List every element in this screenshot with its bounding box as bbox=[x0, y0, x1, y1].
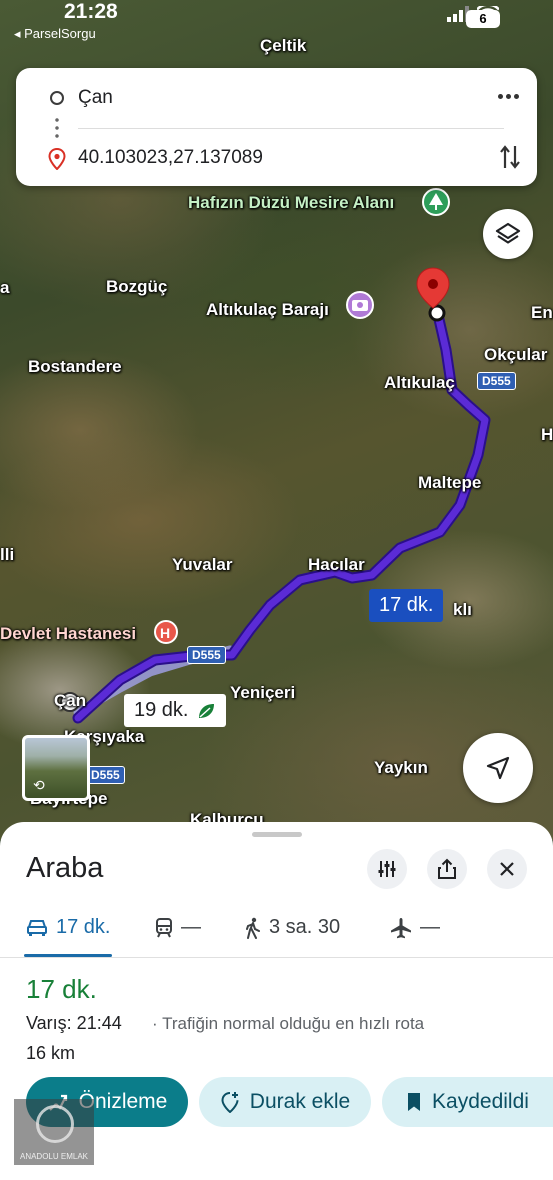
add-stop-icon bbox=[221, 1092, 239, 1113]
status-bar: 21:28 ◂ ParselSorgu 6 bbox=[0, 0, 553, 44]
route-dots-icon bbox=[55, 116, 59, 142]
add-stop-button-label: Durak ekle bbox=[249, 1090, 351, 1113]
map-label: Maltepe bbox=[418, 473, 482, 492]
street-view-thumbnail[interactable]: ⟲ bbox=[22, 735, 90, 801]
tab-transit[interactable]: — bbox=[155, 916, 201, 939]
road-shield: D555 bbox=[187, 646, 226, 664]
saved-button[interactable]: Kaydedildi bbox=[382, 1077, 553, 1127]
layers-button[interactable] bbox=[483, 209, 533, 259]
share-button[interactable] bbox=[427, 849, 467, 889]
destination-route-dot bbox=[428, 304, 446, 322]
map-label: Yaykın bbox=[374, 758, 428, 777]
tab-walking[interactable]: 3 sa. 30 bbox=[245, 916, 340, 939]
airplane-icon bbox=[391, 917, 411, 938]
map-label: Hacılar bbox=[308, 555, 365, 574]
bookmark-icon bbox=[408, 1093, 421, 1111]
watermark-logo: ANADOLU EMLAK bbox=[14, 1099, 94, 1165]
sheet-title: Araba bbox=[26, 852, 104, 884]
map-label: lli bbox=[0, 545, 15, 564]
alternative-route-time: 19 dk. bbox=[134, 699, 189, 721]
add-stop-button[interactable]: Durak ekle bbox=[199, 1077, 371, 1127]
map-label: Bozgüç bbox=[106, 277, 168, 296]
map-view[interactable]: 21:28 ◂ ParselSorgu 6 Çan 40.103023,27.1… bbox=[0, 0, 553, 840]
route-options-button[interactable] bbox=[367, 849, 407, 889]
map-label: Çan bbox=[54, 691, 87, 710]
share-icon bbox=[438, 858, 456, 879]
route-duration: 17 dk. bbox=[26, 974, 97, 1004]
tab-flight[interactable]: — bbox=[390, 916, 440, 939]
tune-icon bbox=[378, 861, 396, 877]
car-icon bbox=[27, 919, 47, 936]
map-label: Bostandere bbox=[28, 357, 122, 376]
close-icon bbox=[500, 862, 514, 876]
watermark-text: ANADOLU EMLAK bbox=[19, 1152, 89, 1161]
train-icon bbox=[156, 917, 172, 937]
road-shield: D555 bbox=[477, 372, 516, 390]
map-label: En bbox=[531, 303, 553, 322]
location-pin-icon bbox=[48, 148, 66, 170]
tab-walking-label: 3 sa. 30 bbox=[269, 916, 341, 938]
tab-transit-label: — bbox=[181, 916, 201, 938]
tab-driving-label: 17 dk. bbox=[56, 916, 111, 938]
map-label: Altıkulaç bbox=[384, 373, 455, 392]
svg-text:H: H bbox=[160, 625, 170, 641]
active-tab-indicator bbox=[24, 954, 112, 957]
street-view-rotate-icon: ⟲ bbox=[33, 777, 45, 793]
layers-icon bbox=[495, 222, 521, 244]
map-label: Yeniçeri bbox=[230, 683, 296, 702]
map-label-poi[interactable]: Altıkulaç Barajı bbox=[206, 300, 329, 320]
map-label: Okçular bbox=[484, 345, 548, 364]
origin-field[interactable]: Çan bbox=[78, 87, 113, 109]
map-label: klı bbox=[453, 600, 472, 619]
tab-driving[interactable]: 17 dk. bbox=[26, 916, 110, 939]
swap-direction-icon[interactable] bbox=[499, 144, 521, 170]
travel-mode-tabs: 17 dk. — 3 sa. 30 — bbox=[0, 912, 553, 958]
map-label-poi[interactable]: Hafızın Düzü Mesire Alanı bbox=[188, 193, 394, 213]
close-button[interactable] bbox=[487, 849, 527, 889]
more-options-icon[interactable] bbox=[498, 94, 519, 99]
map-label: H bbox=[541, 425, 553, 444]
directions-search-card: Çan 40.103023,27.137089 bbox=[16, 68, 537, 186]
battery-indicator: 6 bbox=[466, 10, 500, 28]
status-time: 21:28 bbox=[64, 0, 118, 23]
road-shield: D555 bbox=[86, 766, 125, 784]
sheet-drag-handle[interactable] bbox=[252, 832, 302, 837]
map-label-poi[interactable]: Devlet Hastanesi bbox=[0, 624, 136, 644]
navigation-arrow-icon bbox=[486, 756, 510, 780]
route-distance: 16 km bbox=[26, 1043, 76, 1063]
primary-route-time-bubble[interactable]: 17 dk. bbox=[369, 589, 444, 622]
arrival-time: Varış: 21:44 bbox=[26, 1013, 122, 1033]
start-navigation-button[interactable] bbox=[463, 733, 533, 803]
map-label: Yuvalar bbox=[172, 555, 233, 574]
origin-circle-icon bbox=[50, 91, 64, 105]
eco-leaf-icon bbox=[199, 703, 215, 718]
alternative-route-time-bubble[interactable]: 19 dk. bbox=[124, 694, 227, 727]
back-to-app-link[interactable]: ◂ ParselSorgu bbox=[14, 26, 96, 42]
walking-icon bbox=[246, 917, 260, 939]
map-label: a bbox=[0, 278, 10, 297]
destination-field[interactable]: 40.103023,27.137089 bbox=[78, 147, 263, 169]
tab-flight-label: — bbox=[420, 916, 440, 938]
field-divider bbox=[78, 128, 504, 129]
saved-button-label: Kaydedildi bbox=[432, 1090, 529, 1113]
route-description: · Trafiğin normal olduğu en hızlı rota bbox=[152, 1014, 425, 1033]
watermark-ring-icon bbox=[36, 1105, 74, 1143]
